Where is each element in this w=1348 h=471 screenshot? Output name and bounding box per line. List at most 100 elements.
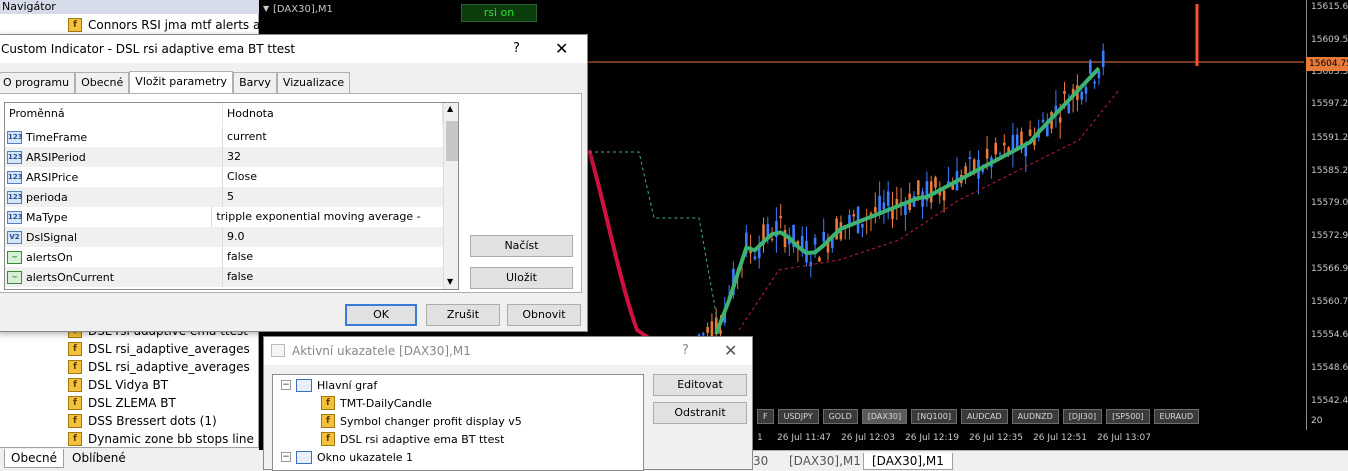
chart-header: ▼ [DAX30],M1 bbox=[259, 0, 1304, 22]
tab-visualization[interactable]: Vizualizace bbox=[276, 72, 351, 93]
tree-item[interactable]: f Symbol changer profit display v5 bbox=[321, 412, 522, 430]
price-tick-label: 15609.50 bbox=[1311, 35, 1348, 45]
column-variable[interactable]: Proměnná bbox=[5, 103, 223, 125]
tree-label: TMT-DailyCandle bbox=[340, 396, 432, 410]
navigator-indicator-item[interactable]: f Dynamic zone bb stops line bbox=[68, 430, 254, 448]
tab-colors[interactable]: Barvy bbox=[233, 72, 277, 93]
close-icon[interactable]: ✕ bbox=[555, 39, 568, 58]
symbol-button[interactable]: F bbox=[757, 409, 774, 424]
navigator-indicator-item[interactable]: f DSL ZLEMA BT bbox=[68, 394, 176, 412]
navigator-indicator-item[interactable]: f DSL rsi_adaptive_averages bbox=[68, 358, 250, 376]
edit-button[interactable]: Editovat bbox=[653, 374, 747, 396]
navigator-indicator-item[interactable]: f DSS Bressert dots (1) bbox=[68, 412, 217, 430]
collapse-icon[interactable]: − bbox=[281, 452, 291, 462]
param-value[interactable]: 9.0 bbox=[223, 227, 245, 247]
price-tick-label: 15615.65 bbox=[1311, 2, 1348, 12]
symbol-button[interactable]: AUDCAD bbox=[960, 409, 1008, 424]
param-name: ARSIPeriod bbox=[26, 150, 86, 164]
grid-scrollbar[interactable]: ▲ ▼ bbox=[443, 103, 458, 289]
custom-indicator-icon: f bbox=[321, 414, 335, 428]
dialog-title: Custom Indicator - DSL rsi adaptive ema … bbox=[0, 35, 587, 63]
candle-body bbox=[1101, 50, 1105, 68]
load-button[interactable]: Načíst bbox=[470, 235, 573, 257]
parameter-row[interactable]: V2 DslSignal 9.0 bbox=[5, 227, 443, 247]
candle-body bbox=[813, 237, 817, 245]
price-tick-label: 15554.60 bbox=[1311, 330, 1348, 340]
candle-body bbox=[1089, 60, 1092, 74]
tree-group[interactable]: − Hlavní graf bbox=[281, 376, 377, 394]
symbol-button[interactable]: [SP500] bbox=[1106, 409, 1150, 424]
scroll-thumb[interactable] bbox=[446, 121, 458, 161]
tree-item[interactable]: f DSL rsi adaptive ema BT ttest bbox=[321, 430, 504, 448]
custom-indicator-dialog: Custom Indicator - DSL rsi adaptive ema … bbox=[0, 34, 588, 332]
time-tick-label: 26 Jul 12:35 bbox=[969, 433, 1023, 443]
candle-body bbox=[852, 213, 856, 217]
candle-body bbox=[917, 180, 920, 195]
candle-body bbox=[818, 257, 821, 262]
symbol-button[interactable]: [DAX30] bbox=[861, 409, 908, 424]
cancel-button[interactable]: Zrušit bbox=[426, 304, 500, 326]
column-value[interactable]: Hodnota bbox=[223, 103, 443, 125]
scroll-up-icon[interactable]: ▲ bbox=[447, 104, 453, 113]
param-value[interactable]: tripple exponential moving average - TEM… bbox=[212, 207, 443, 243]
symbol-button[interactable]: [NQ100] bbox=[911, 409, 957, 424]
int-param-icon: 123 bbox=[7, 190, 23, 204]
symbol-button[interactable]: AUDNZD bbox=[1011, 409, 1059, 424]
navigator-indicator-item[interactable]: f DSL rsi_adaptive_averages bbox=[68, 340, 250, 358]
help-icon[interactable]: ? bbox=[682, 343, 689, 358]
parameter-row[interactable]: 123 ARSIPeriod 32 bbox=[5, 147, 443, 167]
parameter-row[interactable]: ~ alertsOn false bbox=[5, 247, 443, 267]
param-value[interactable]: Close bbox=[223, 167, 257, 187]
param-value[interactable]: 32 bbox=[223, 147, 241, 167]
tab-common[interactable]: Obecné bbox=[75, 72, 130, 93]
param-value[interactable]: false bbox=[223, 247, 253, 267]
current-price-label: 15604.75 bbox=[1306, 57, 1348, 71]
param-value[interactable]: 5 bbox=[223, 187, 234, 207]
ok-button[interactable]: OK bbox=[345, 304, 417, 326]
time-tick-label: 26 Jul 12:03 bbox=[841, 433, 895, 443]
navigator-indicator-item[interactable]: f Connors RSI jma mtf alerts a bbox=[68, 16, 260, 34]
symbol-changer-bar: F USDJPY GOLD [DAX30] [NQ100] AUDCAD AUDNZD [DJ… bbox=[757, 409, 1200, 425]
tab-about[interactable]: O programu bbox=[0, 72, 76, 93]
save-button[interactable]: Uložit bbox=[470, 267, 573, 289]
time-axis: 1 26 Jul 11:47 26 Jul 12:03 26 Jul 12:19 26 … bbox=[749, 430, 1306, 450]
navigator-tabs: Obecné Oblíbené bbox=[0, 447, 259, 470]
candle-body bbox=[1058, 117, 1062, 123]
scroll-down-icon[interactable]: ▼ bbox=[447, 277, 453, 286]
param-value[interactable]: current bbox=[223, 127, 267, 147]
rsi-toggle-button[interactable]: rsi on bbox=[461, 4, 537, 22]
int-param-icon: 123 bbox=[7, 130, 23, 144]
tab-inputs[interactable]: Vložit parametry bbox=[129, 71, 234, 93]
symbol-button[interactable]: [DJI30] bbox=[1062, 409, 1103, 424]
dsl-upper-level bbox=[589, 151, 720, 331]
price-tick-label: 15591.20 bbox=[1311, 133, 1348, 143]
chart-tab-active[interactable]: [DAX30],M1 bbox=[863, 453, 953, 470]
help-icon[interactable]: ? bbox=[513, 41, 520, 56]
tree-label: Symbol changer profit display v5 bbox=[340, 414, 522, 428]
tree-group[interactable]: − Okno ukazatele 1 bbox=[281, 448, 413, 466]
chart-tab[interactable]: [DAX30],M1 bbox=[781, 453, 869, 470]
tab-general[interactable]: Obecné bbox=[4, 449, 65, 468]
parameter-row[interactable]: 123 MaType tripple exponential moving aver… bbox=[5, 207, 443, 243]
time-tick-label: 26 Jul 13:07 bbox=[1097, 433, 1151, 443]
candle-body bbox=[968, 157, 972, 160]
param-value[interactable]: false bbox=[223, 267, 253, 287]
chart-menu-arrow-icon[interactable]: ▼ bbox=[263, 4, 269, 13]
candle-body bbox=[702, 333, 705, 336]
remove-button[interactable]: Odstranit bbox=[653, 402, 747, 424]
time-tick-label: 26 Jul 12:51 bbox=[1033, 433, 1087, 443]
navigator-indicator-item[interactable]: f DSL Vidya BT bbox=[68, 376, 168, 394]
symbol-button[interactable]: GOLD bbox=[822, 409, 858, 424]
collapse-icon[interactable]: − bbox=[281, 380, 291, 390]
parameter-row[interactable]: ~ alertsOnCurrent false bbox=[5, 267, 443, 287]
reset-button[interactable]: Obnovit bbox=[507, 304, 581, 326]
tree-item[interactable]: f TMT-DailyCandle bbox=[321, 394, 432, 412]
tab-favorites[interactable]: Oblíbené bbox=[66, 449, 132, 468]
symbol-button[interactable]: EURAUD bbox=[1153, 409, 1200, 424]
indicator-name: Dynamic zone bb stops line bbox=[88, 432, 254, 446]
close-icon[interactable]: ✕ bbox=[724, 341, 737, 360]
parameter-row[interactable]: 123 ARSIPrice Close bbox=[5, 167, 443, 187]
parameter-row[interactable]: 123 TimeFrame current bbox=[5, 127, 443, 147]
parameter-row[interactable]: 123 perioda 5 bbox=[5, 187, 443, 207]
symbol-button[interactable]: USDJPY bbox=[777, 409, 819, 424]
